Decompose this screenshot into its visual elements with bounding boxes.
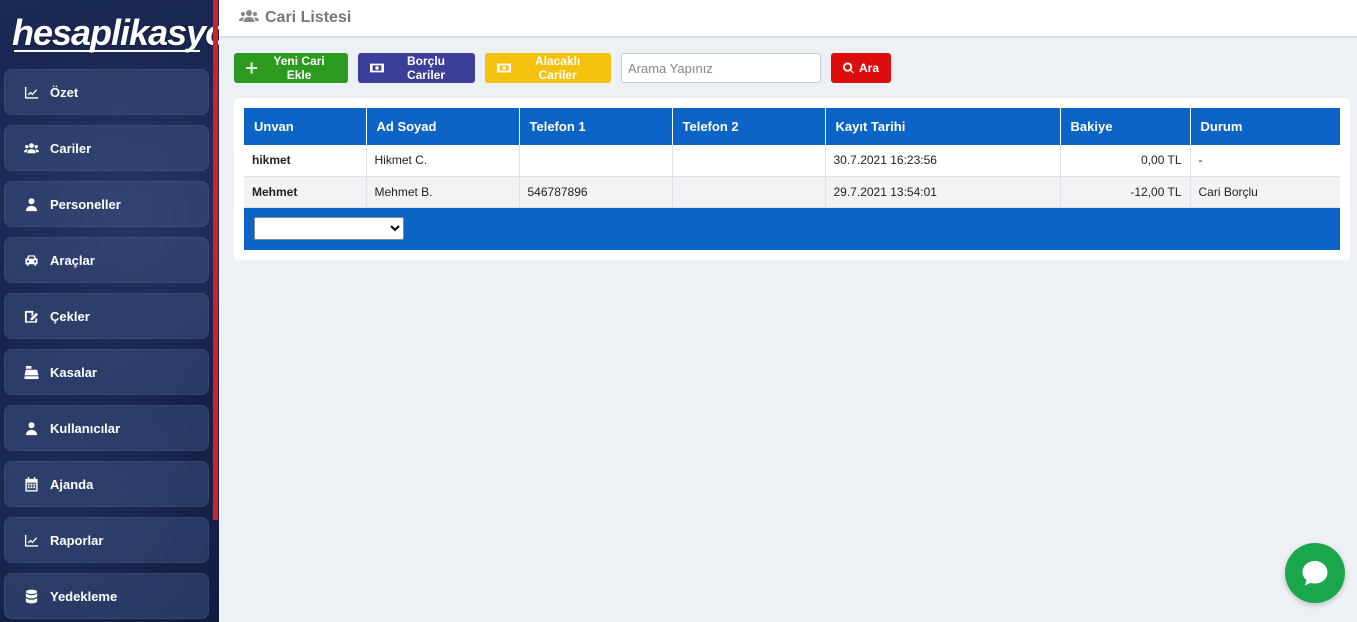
table-row[interactable]: hikmet Hikmet C. 30.7.2021 16:23:56 0,00…	[244, 145, 1340, 177]
cell-telefon-1: 546787896	[519, 176, 673, 208]
cell-unvan: hikmet	[244, 145, 367, 177]
sidebar-item-label: Yedekleme	[50, 588, 118, 604]
sidebar-item-ajanda[interactable]: Ajanda	[4, 461, 209, 507]
live-chat-button[interactable]	[1285, 543, 1345, 603]
sidebar-item-label: Personeller	[50, 196, 121, 212]
sidebar-item-label: Kullanıcılar	[50, 420, 121, 436]
page-select[interactable]	[254, 217, 404, 241]
user-icon	[23, 196, 39, 212]
sidebar-item-label: Araçlar	[50, 252, 95, 268]
cell-durum: -	[1190, 145, 1340, 177]
cell-telefon-2	[672, 145, 826, 177]
sidebar-item-personeller[interactable]: Personeller	[4, 181, 209, 227]
debtor-cariler-button[interactable]: Borçlu Cariler	[358, 53, 475, 83]
sidebar-item-label: Raporlar	[50, 532, 104, 548]
pager-cell	[244, 207, 1340, 250]
page-title: Cari Listesi	[265, 9, 352, 26]
chart-line-icon	[23, 84, 39, 100]
cell-ad-soyad: Mehmet B.	[366, 176, 520, 208]
users-icon	[23, 140, 39, 156]
sidebar-item-label: Kasalar	[50, 364, 97, 380]
sidebar-item-kullanicilar[interactable]: Kullanıcılar	[4, 405, 209, 451]
add-cari-button[interactable]: Yeni Cari Ekle	[234, 53, 348, 83]
users-icon	[239, 8, 265, 29]
add-cari-label: Yeni Cari Ekle	[273, 54, 325, 82]
sidebar-item-araclar[interactable]: Araçlar	[4, 237, 209, 283]
sidebar-item-kasalar[interactable]: Kasalar	[4, 349, 209, 395]
table-footer	[244, 207, 1340, 250]
search-button-label: Ara	[858, 61, 879, 75]
cari-list-card: Unvan Ad Soyad Telefon 1 Telefon 2 Kayıt…	[234, 98, 1350, 260]
cell-durum: Cari Borçlu	[1190, 176, 1340, 208]
cell-ad-soyad: Hikmet C.	[366, 145, 520, 177]
cell-kayit-tarihi: 30.7.2021 16:23:56	[825, 145, 1061, 177]
creditor-cariler-label: Alacaklı Cariler	[534, 54, 581, 82]
sidebar-item-ozet[interactable]: Özet	[4, 69, 209, 115]
sidebar: hesaplikasyon Özet Cariler Personeller A…	[0, 0, 219, 622]
sidebar-item-yedekleme[interactable]: Yedekleme	[4, 573, 209, 619]
search-input[interactable]	[621, 53, 821, 83]
cell-bakiye: -12,00 TL	[1060, 176, 1191, 208]
sidebar-item-cariler[interactable]: Cariler	[4, 125, 209, 171]
debtor-cariler-label: Borçlu Cariler	[406, 54, 445, 82]
money-bill-icon	[497, 63, 512, 73]
plus-icon	[246, 62, 258, 74]
calendar-icon	[23, 476, 39, 492]
cari-table: Unvan Ad Soyad Telefon 1 Telefon 2 Kayıt…	[244, 108, 1340, 250]
page-header: Cari Listesi	[219, 0, 1357, 38]
column-header-ad-soyad[interactable]: Ad Soyad	[366, 108, 520, 145]
chat-bubble-icon	[1302, 561, 1328, 586]
sidebar-item-label: Ajanda	[50, 476, 94, 492]
cell-telefon-2	[672, 176, 826, 208]
sidebar-item-raporlar[interactable]: Raporlar	[4, 517, 209, 563]
creditor-cariler-button[interactable]: Alacaklı Cariler	[485, 53, 611, 83]
money-bill-icon	[370, 63, 384, 73]
search-button[interactable]: Ara	[831, 53, 891, 83]
car-icon	[23, 252, 39, 268]
sidebar-item-label: Özet	[50, 84, 79, 100]
column-header-telefon-2[interactable]: Telefon 2	[672, 108, 826, 145]
table-row[interactable]: Mehmet Mehmet B. 546787896 29.7.2021 13:…	[244, 176, 1340, 208]
user-icon	[23, 420, 39, 436]
sidebar-menu: Özet Cariler Personeller Araçlar Çekler	[4, 69, 209, 622]
logo-underline	[14, 50, 200, 52]
column-header-unvan[interactable]: Unvan	[244, 108, 367, 145]
sidebar-item-label: Çekler	[50, 308, 90, 324]
table-header-row: Unvan Ad Soyad Telefon 1 Telefon 2 Kayıt…	[244, 108, 1340, 145]
cell-unvan: Mehmet	[244, 176, 367, 208]
toolbar: Yeni Cari Ekle Borçlu Cariler Alacaklı C…	[234, 53, 901, 83]
cell-kayit-tarihi: 29.7.2021 13:54:01	[825, 176, 1061, 208]
column-header-kayit-tarihi[interactable]: Kayıt Tarihi	[825, 108, 1061, 145]
column-header-telefon-1[interactable]: Telefon 1	[519, 108, 673, 145]
column-header-durum[interactable]: Durum	[1190, 108, 1340, 145]
cell-telefon-1	[519, 145, 673, 177]
column-header-bakiye[interactable]: Bakiye	[1060, 108, 1191, 145]
database-icon	[23, 588, 39, 604]
cell-bakiye: 0,00 TL	[1060, 145, 1191, 177]
sidebar-item-label: Cariler	[50, 140, 92, 156]
sidebar-accent-bar	[213, 0, 218, 520]
signature-icon	[23, 308, 39, 324]
chart-line-icon	[23, 532, 39, 548]
sidebar-item-cekler[interactable]: Çekler	[4, 293, 209, 339]
cash-register-icon	[23, 364, 39, 380]
search-icon	[843, 62, 854, 74]
